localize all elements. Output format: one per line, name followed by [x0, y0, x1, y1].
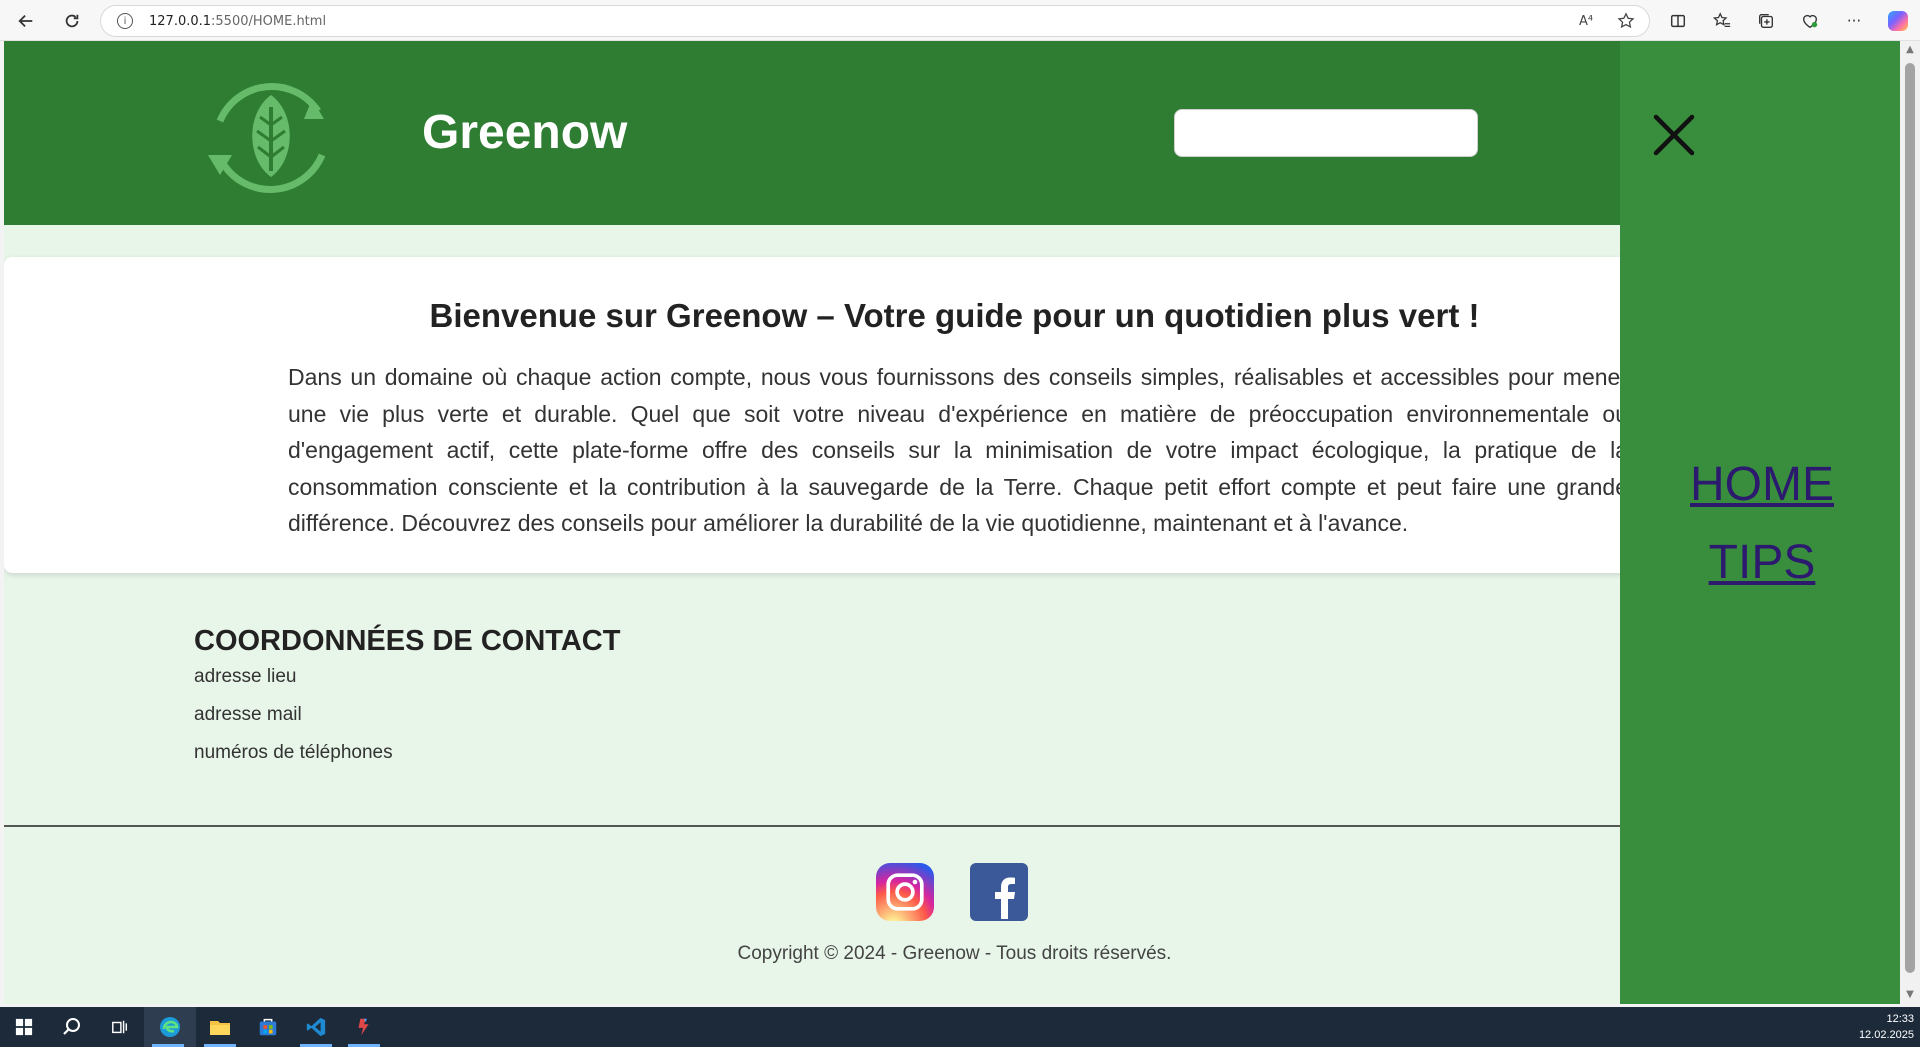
folder-icon — [210, 1021, 230, 1035]
url-path: :5500/HOME.html — [211, 13, 327, 29]
welcome-text: Dans un domaine où chaque action compte,… — [288, 364, 1628, 536]
system-clock[interactable]: 12:33 12.02.2025 — [1859, 1011, 1914, 1043]
vscode-icon — [306, 1017, 326, 1037]
site-title: Greenow — [422, 106, 628, 159]
scroll-thumb[interactable] — [1905, 63, 1915, 973]
search-icon — [63, 1018, 80, 1035]
welcome-title: Bienvenue sur Greenow – Votre guide pour… — [429, 297, 1480, 334]
back-button[interactable] — [4, 0, 48, 41]
address-bar[interactable]: i 127.0.0.1:5500/HOME.html A⁴ — [100, 5, 1650, 37]
social-links — [876, 863, 1028, 921]
store-icon — [259, 1018, 277, 1036]
taskbar-app-extra[interactable] — [340, 1007, 388, 1047]
welcome-card: Bienvenue sur Greenow – Votre guide pour… — [4, 257, 1724, 573]
url-host: 127.0.0.1 — [149, 13, 212, 29]
menu-link-home[interactable]: HOME — [1620, 457, 1900, 512]
taskbar-store[interactable] — [244, 1007, 292, 1047]
taskbar-edge[interactable] — [144, 1007, 196, 1047]
collections-icon[interactable] — [1744, 0, 1788, 41]
scroll-up-icon[interactable]: ▲ — [1904, 44, 1916, 56]
recycle-leaf-logo-icon[interactable] — [200, 67, 342, 209]
taskbar-vscode[interactable] — [292, 1007, 340, 1047]
contact-phone: numéros de téléphones — [194, 742, 393, 763]
browser-essentials-icon[interactable] — [1788, 0, 1832, 41]
read-aloud-icon[interactable]: A⁴ — [1577, 12, 1595, 30]
side-menu: HOME TIPS — [1620, 41, 1900, 1004]
url-text: 127.0.0.1:5500/HOME.html — [149, 14, 326, 29]
search-input[interactable] — [1174, 109, 1478, 157]
back-arrow-icon — [18, 14, 33, 27]
page-viewport: Greenow Bienvenue sur Greenow – Votre gu… — [4, 41, 1900, 1004]
scroll-down-icon[interactable]: ▼ — [1904, 989, 1916, 1001]
site-header: Greenow — [4, 41, 1900, 225]
favorites-icon[interactable] — [1700, 0, 1744, 41]
windows-logo-icon — [15, 1018, 33, 1036]
instagram-icon[interactable] — [876, 863, 934, 921]
windows-taskbar: 12:33 12.02.2025 — [0, 1007, 1920, 1047]
task-view-icon — [112, 1020, 128, 1034]
contact-email: adresse mail — [194, 704, 302, 725]
edge-icon — [160, 1017, 180, 1037]
copyright-text: Copyright © 2024 - Greenow - Tous droits… — [737, 943, 1172, 964]
app-icon — [358, 1018, 369, 1036]
favorite-star-icon[interactable] — [1617, 12, 1635, 30]
page-scrollbar[interactable]: ▲ ▼ — [1900, 41, 1920, 1004]
browser-toolbar: i 127.0.0.1:5500/HOME.html A⁴ ··· — [0, 0, 1920, 41]
clock-date: 12.02.2025 — [1858, 1029, 1914, 1041]
taskbar-file-explorer[interactable] — [196, 1007, 244, 1047]
start-button[interactable] — [0, 1007, 48, 1047]
search-taskbar-button[interactable] — [48, 1007, 96, 1047]
reload-icon — [65, 14, 79, 27]
split-screen-icon[interactable] — [1656, 0, 1700, 41]
reload-button[interactable] — [50, 0, 94, 41]
info-icon[interactable]: i — [117, 13, 133, 29]
browser-toolbar-right: ··· — [1656, 0, 1920, 41]
task-view-button[interactable] — [96, 1007, 144, 1047]
footer-divider — [4, 825, 1900, 827]
contact-section: COORDONNÉES DE CONTACT adresse lieu adre… — [194, 625, 620, 780]
clock-time: 12:33 — [1886, 1013, 1914, 1025]
menu-link-tips[interactable]: TIPS — [1620, 535, 1900, 590]
close-icon[interactable] — [1652, 113, 1696, 157]
facebook-icon[interactable] — [970, 863, 1028, 921]
more-menu-icon[interactable]: ··· — [1832, 0, 1876, 41]
contact-title: COORDONNÉES DE CONTACT — [194, 625, 621, 657]
contact-address: adresse lieu — [194, 666, 297, 687]
copilot-icon[interactable] — [1876, 0, 1920, 41]
